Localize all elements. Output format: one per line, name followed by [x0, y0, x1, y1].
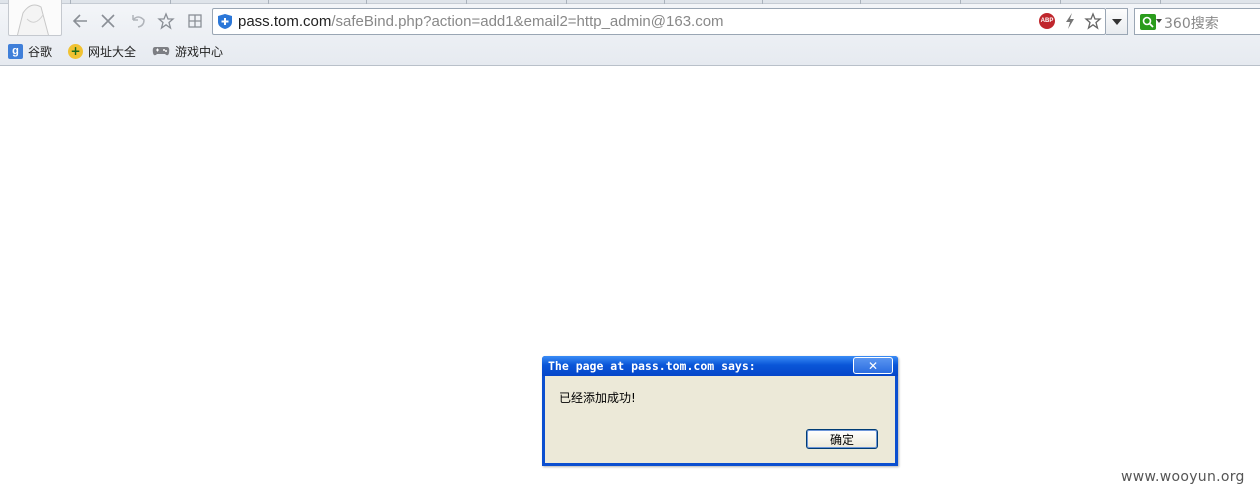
app-grid-icon[interactable] — [183, 9, 207, 33]
tab-strip[interactable] — [0, 0, 1260, 4]
close-icon[interactable]: ✕ — [853, 357, 893, 374]
chevron-down-icon — [1111, 18, 1122, 25]
alert-dialog: The page at pass.tom.com says: ✕ 已经添加成功!… — [542, 356, 898, 466]
google-icon: g — [8, 43, 23, 59]
bookmarks-bar: g 谷歌 + 网址大全 游戏中心 — [0, 40, 231, 62]
bookmark-label: 游戏中心 — [175, 44, 224, 59]
stop-icon[interactable] — [96, 9, 120, 33]
bookmark-label: 网址大全 — [88, 44, 137, 59]
bookmark-star-icon[interactable] — [1084, 12, 1102, 30]
address-bar[interactable]: pass.tom.com/safeBind.php?action=add1&em… — [212, 8, 1106, 35]
watermark: www.wooyun.org — [1121, 469, 1245, 485]
search-box[interactable]: 360搜索 — [1134, 8, 1260, 35]
url-path: /safeBind.php?action=add1&email2=http_ad… — [331, 13, 724, 30]
lightning-icon[interactable] — [1064, 12, 1076, 30]
favorite-star-icon[interactable] — [154, 9, 178, 33]
url-text[interactable]: pass.tom.com/safeBind.php?action=add1&em… — [238, 13, 724, 30]
bookmark-game-center[interactable]: 游戏中心 — [152, 43, 223, 60]
dialog-title: The page at pass.tom.com says: — [548, 359, 756, 373]
back-icon[interactable] — [68, 9, 92, 33]
security-shield-icon — [218, 14, 232, 29]
search-engine-dropdown-icon[interactable] — [1156, 19, 1162, 23]
undo-close-icon[interactable] — [126, 9, 150, 33]
search-engine-icon[interactable] — [1140, 14, 1156, 30]
ok-button[interactable]: 确定 — [806, 429, 878, 449]
search-input[interactable]: 360搜索 — [1164, 13, 1219, 33]
dialog-message: 已经添加成功! — [559, 391, 636, 405]
bookmark-web-directory[interactable]: + 网址大全 — [68, 43, 136, 60]
web-directory-icon: + — [68, 43, 84, 59]
adblock-icon[interactable]: ABP — [1039, 13, 1055, 29]
user-avatar[interactable] — [8, 0, 62, 36]
browser-toolbar: pass.tom.com/safeBind.php?action=add1&em… — [0, 0, 1260, 66]
url-host: pass.tom.com — [238, 13, 332, 30]
bookmark-google[interactable]: g 谷歌 — [8, 43, 52, 60]
bookmark-label: 谷歌 — [28, 44, 53, 59]
address-dropdown-button[interactable] — [1106, 8, 1128, 35]
gamepad-icon — [152, 44, 170, 59]
dialog-titlebar[interactable]: The page at pass.tom.com says: ✕ — [542, 356, 898, 376]
